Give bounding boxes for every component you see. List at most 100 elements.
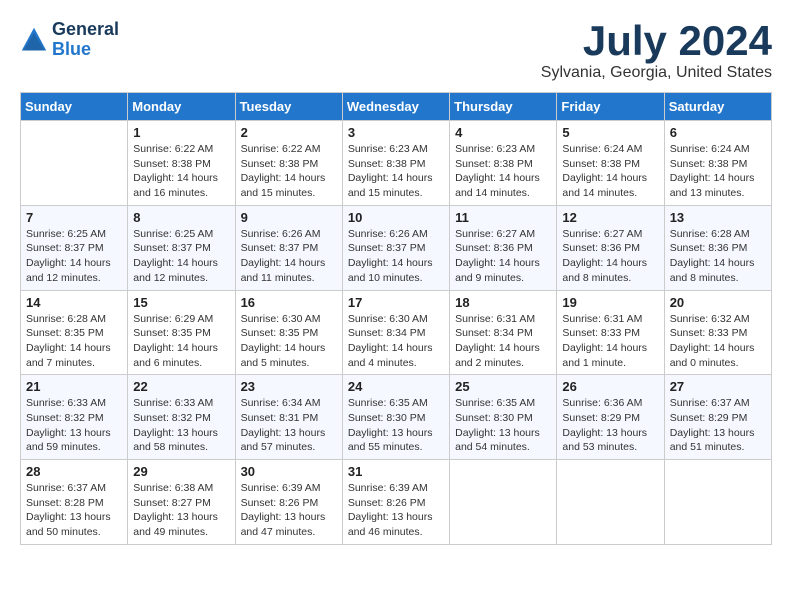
day-number: 25: [455, 379, 551, 394]
cell-content: Sunrise: 6:37 AMSunset: 8:28 PMDaylight:…: [26, 481, 122, 540]
cell-content: Sunrise: 6:28 AMSunset: 8:36 PMDaylight:…: [670, 227, 766, 286]
day-number: 27: [670, 379, 766, 394]
cell-content: Sunrise: 6:23 AMSunset: 8:38 PMDaylight:…: [455, 142, 551, 201]
week-row-3: 14Sunrise: 6:28 AMSunset: 8:35 PMDayligh…: [21, 290, 772, 375]
cell-content: Sunrise: 6:35 AMSunset: 8:30 PMDaylight:…: [455, 396, 551, 455]
calendar-cell: 14Sunrise: 6:28 AMSunset: 8:35 PMDayligh…: [21, 290, 128, 375]
header-cell-wednesday: Wednesday: [342, 93, 449, 121]
cell-content: Sunrise: 6:31 AMSunset: 8:33 PMDaylight:…: [562, 312, 658, 371]
cell-content: Sunrise: 6:36 AMSunset: 8:29 PMDaylight:…: [562, 396, 658, 455]
cell-content: Sunrise: 6:34 AMSunset: 8:31 PMDaylight:…: [241, 396, 337, 455]
cell-content: Sunrise: 6:26 AMSunset: 8:37 PMDaylight:…: [241, 227, 337, 286]
day-number: 1: [133, 125, 229, 140]
day-number: 9: [241, 210, 337, 225]
cell-content: Sunrise: 6:37 AMSunset: 8:29 PMDaylight:…: [670, 396, 766, 455]
day-number: 13: [670, 210, 766, 225]
cell-content: Sunrise: 6:22 AMSunset: 8:38 PMDaylight:…: [241, 142, 337, 201]
calendar-cell: 22Sunrise: 6:33 AMSunset: 8:32 PMDayligh…: [128, 375, 235, 460]
calendar-cell: 18 Sunrise: 6:31 AMSunset: 8:34 PMDayligh…: [450, 290, 557, 375]
week-row-2: 7Sunrise: 6:25 AMSunset: 8:37 PMDaylight…: [21, 205, 772, 290]
calendar-cell: 7Sunrise: 6:25 AMSunset: 8:37 PMDaylight…: [21, 205, 128, 290]
day-number: 20: [670, 295, 766, 310]
cell-content: Sunrise: 6:29 AMSunset: 8:35 PMDaylight:…: [133, 312, 229, 371]
calendar-cell: 24 Sunrise: 6:35 AMSunset: 8:30 PMDayligh…: [342, 375, 449, 460]
cell-content: Sunrise: 6:35 AMSunset: 8:30 PMDaylight:…: [348, 396, 444, 455]
location-title: Sylvania, Georgia, United States: [541, 64, 772, 82]
header-cell-tuesday: Tuesday: [235, 93, 342, 121]
header-row: SundayMondayTuesdayWednesdayThursdayFrid…: [21, 93, 772, 121]
calendar-cell: 30Sunrise: 6:39 AMSunset: 8:26 PMDayligh…: [235, 460, 342, 545]
day-number: 16: [241, 295, 337, 310]
calendar-body: 1 Sunrise: 6:22 AMSunset: 8:38 PMDaylight…: [21, 121, 772, 545]
cell-content: Sunrise: 6:27 AMSunset: 8:36 PMDaylight:…: [455, 227, 551, 286]
logo-icon: [20, 26, 48, 54]
day-number: 29: [133, 464, 229, 479]
calendar-header: SundayMondayTuesdayWednesdayThursdayFrid…: [21, 93, 772, 121]
cell-content: Sunrise: 6:23 AMSunset: 8:38 PMDaylight:…: [348, 142, 444, 201]
calendar-cell: 17Sunrise: 6:30 AMSunset: 8:34 PMDayligh…: [342, 290, 449, 375]
calendar-cell: 11 Sunrise: 6:27 AMSunset: 8:36 PMDayligh…: [450, 205, 557, 290]
calendar-cell: 25 Sunrise: 6:35 AMSunset: 8:30 PMDayligh…: [450, 375, 557, 460]
calendar-cell: 8 Sunrise: 6:25 AMSunset: 8:37 PMDaylight…: [128, 205, 235, 290]
cell-content: Sunrise: 6:30 AMSunset: 8:34 PMDaylight:…: [348, 312, 444, 371]
calendar-cell: 13 Sunrise: 6:28 AMSunset: 8:36 PMDayligh…: [664, 205, 771, 290]
calendar-cell: 27 Sunrise: 6:37 AMSunset: 8:29 PMDayligh…: [664, 375, 771, 460]
cell-content: Sunrise: 6:38 AMSunset: 8:27 PMDaylight:…: [133, 481, 229, 540]
calendar-cell: 16Sunrise: 6:30 AMSunset: 8:35 PMDayligh…: [235, 290, 342, 375]
calendar-cell: 26Sunrise: 6:36 AMSunset: 8:29 PMDayligh…: [557, 375, 664, 460]
day-number: 3: [348, 125, 444, 140]
header: General Blue July 2024 Sylvania, Georgia…: [20, 20, 772, 82]
header-cell-sunday: Sunday: [21, 93, 128, 121]
cell-content: Sunrise: 6:22 AMSunset: 8:38 PMDaylight:…: [133, 142, 229, 201]
calendar-cell: 5 Sunrise: 6:24 AMSunset: 8:38 PMDaylight…: [557, 121, 664, 206]
calendar-cell: [21, 121, 128, 206]
day-number: 24: [348, 379, 444, 394]
week-row-1: 1 Sunrise: 6:22 AMSunset: 8:38 PMDaylight…: [21, 121, 772, 206]
calendar-cell: 20Sunrise: 6:32 AMSunset: 8:33 PMDayligh…: [664, 290, 771, 375]
calendar-cell: 23 Sunrise: 6:34 AMSunset: 8:31 PMDayligh…: [235, 375, 342, 460]
day-number: 4: [455, 125, 551, 140]
day-number: 15: [133, 295, 229, 310]
logo: General Blue: [20, 20, 119, 60]
header-cell-monday: Monday: [128, 93, 235, 121]
cell-content: Sunrise: 6:31 AMSunset: 8:34 PMDaylight:…: [455, 312, 551, 371]
logo-line2: Blue: [52, 40, 119, 60]
logo-line1: General: [52, 20, 119, 40]
calendar-cell: 15 Sunrise: 6:29 AMSunset: 8:35 PMDayligh…: [128, 290, 235, 375]
cell-content: Sunrise: 6:24 AMSunset: 8:38 PMDaylight:…: [562, 142, 658, 201]
day-number: 8: [133, 210, 229, 225]
day-number: 19: [562, 295, 658, 310]
calendar-cell: [664, 460, 771, 545]
day-number: 5: [562, 125, 658, 140]
cell-content: Sunrise: 6:25 AMSunset: 8:37 PMDaylight:…: [133, 227, 229, 286]
cell-content: Sunrise: 6:24 AMSunset: 8:38 PMDaylight:…: [670, 142, 766, 201]
calendar-table: SundayMondayTuesdayWednesdayThursdayFrid…: [20, 92, 772, 545]
header-cell-saturday: Saturday: [664, 93, 771, 121]
calendar-cell: 10Sunrise: 6:26 AMSunset: 8:37 PMDayligh…: [342, 205, 449, 290]
cell-content: Sunrise: 6:27 AMSunset: 8:36 PMDaylight:…: [562, 227, 658, 286]
week-row-4: 21Sunrise: 6:33 AMSunset: 8:32 PMDayligh…: [21, 375, 772, 460]
week-row-5: 28 Sunrise: 6:37 AMSunset: 8:28 PMDayligh…: [21, 460, 772, 545]
cell-content: Sunrise: 6:39 AMSunset: 8:26 PMDaylight:…: [348, 481, 444, 540]
day-number: 14: [26, 295, 122, 310]
calendar-cell: 21Sunrise: 6:33 AMSunset: 8:32 PMDayligh…: [21, 375, 128, 460]
calendar-cell: [450, 460, 557, 545]
title-section: July 2024 Sylvania, Georgia, United Stat…: [541, 20, 772, 82]
cell-content: Sunrise: 6:26 AMSunset: 8:37 PMDaylight:…: [348, 227, 444, 286]
cell-content: Sunrise: 6:25 AMSunset: 8:37 PMDaylight:…: [26, 227, 122, 286]
day-number: 12: [562, 210, 658, 225]
calendar-cell: 4 Sunrise: 6:23 AMSunset: 8:38 PMDaylight…: [450, 121, 557, 206]
day-number: 11: [455, 210, 551, 225]
day-number: 23: [241, 379, 337, 394]
logo-text: General Blue: [52, 20, 119, 60]
calendar-cell: 1 Sunrise: 6:22 AMSunset: 8:38 PMDaylight…: [128, 121, 235, 206]
day-number: 30: [241, 464, 337, 479]
day-number: 18: [455, 295, 551, 310]
calendar-cell: 12 Sunrise: 6:27 AMSunset: 8:36 PMDayligh…: [557, 205, 664, 290]
header-cell-thursday: Thursday: [450, 93, 557, 121]
day-number: 31: [348, 464, 444, 479]
day-number: 28: [26, 464, 122, 479]
calendar-cell: 6Sunrise: 6:24 AMSunset: 8:38 PMDaylight…: [664, 121, 771, 206]
calendar-cell: 31 Sunrise: 6:39 AMSunset: 8:26 PMDayligh…: [342, 460, 449, 545]
day-number: 22: [133, 379, 229, 394]
